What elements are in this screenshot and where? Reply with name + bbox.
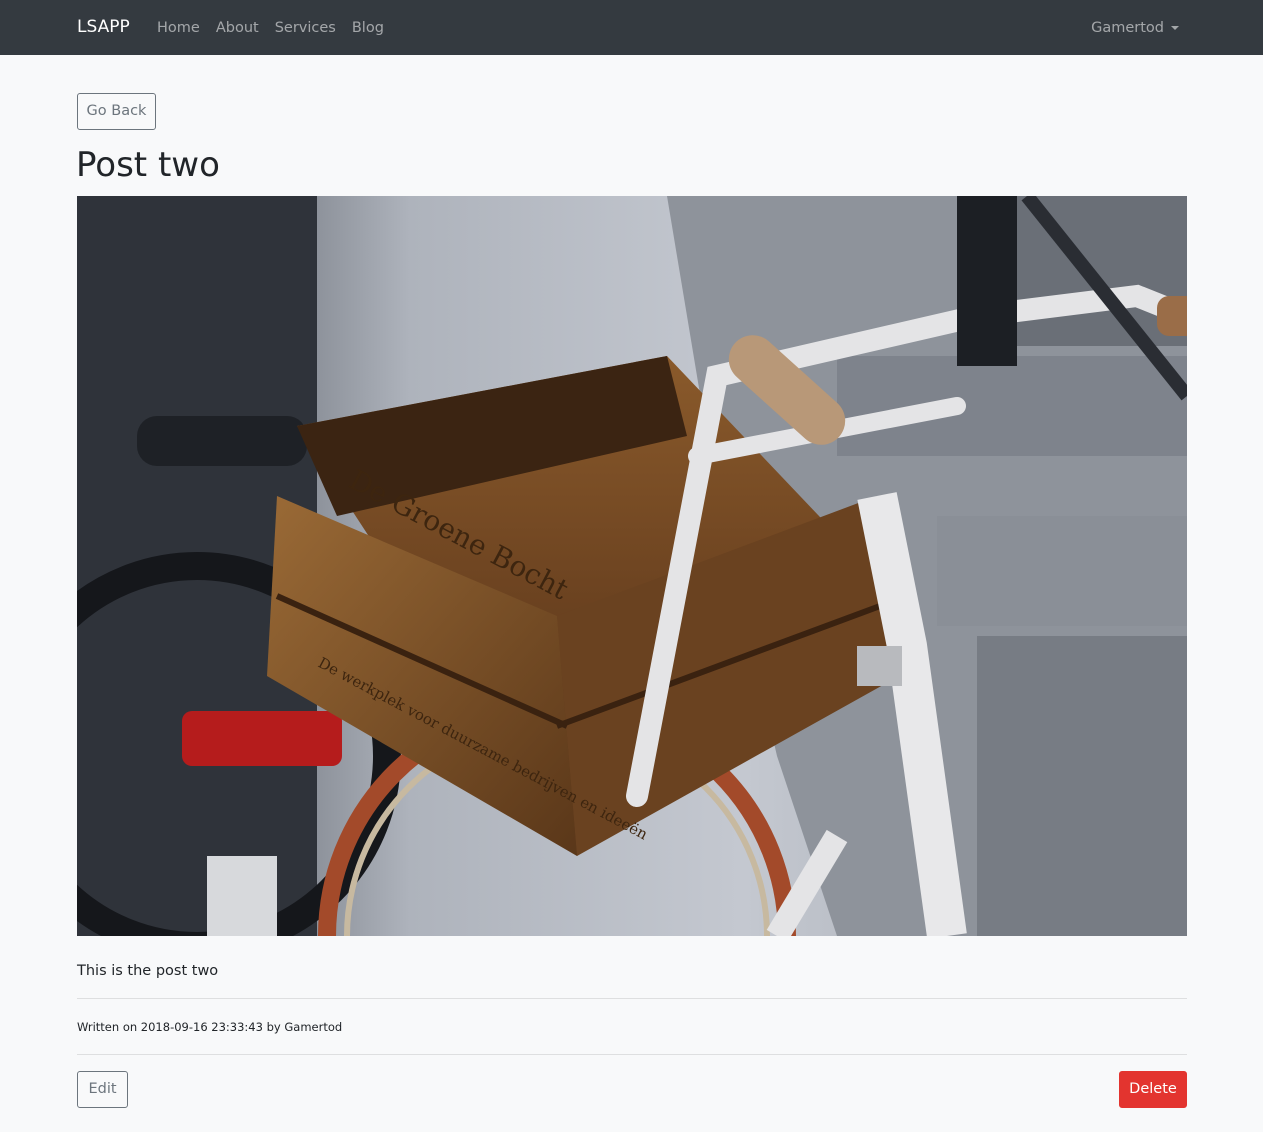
delete-button[interactable]: Delete — [1119, 1071, 1187, 1108]
post-date: 2018-09-16 23:33:43 — [140, 1020, 263, 1034]
meta-by: by — [266, 1020, 281, 1034]
user-dropdown[interactable]: Gamertod — [1091, 18, 1179, 38]
go-back-button[interactable]: Go Back — [77, 93, 156, 130]
post-title: Post two — [76, 145, 220, 185]
post-author: Gamertod — [284, 1020, 343, 1034]
navbar: LSAPP Home About Services Blog Gamertod — [0, 0, 1263, 55]
nav-links: Home About Services Blog — [157, 18, 384, 38]
nav-link-home[interactable]: Home — [157, 18, 200, 38]
divider — [77, 998, 1187, 999]
user-name: Gamertod — [1091, 20, 1164, 36]
meta-prefix: Written on — [77, 1020, 138, 1034]
divider — [77, 1054, 1187, 1055]
nav-link-services[interactable]: Services — [275, 18, 336, 38]
post-meta: Written on 2018-09-16 23:33:43 by Gamert… — [77, 1019, 342, 1035]
brand-link[interactable]: LSAPP — [77, 16, 130, 38]
edit-button[interactable]: Edit — [77, 1071, 128, 1108]
nav-link-about[interactable]: About — [216, 18, 259, 38]
nav-link-blog[interactable]: Blog — [352, 18, 384, 38]
post-body: This is the post two — [77, 963, 219, 979]
post-image: De Groene Bocht De werkplek voor duurzam… — [77, 196, 1187, 936]
caret-down-icon — [1171, 26, 1179, 30]
